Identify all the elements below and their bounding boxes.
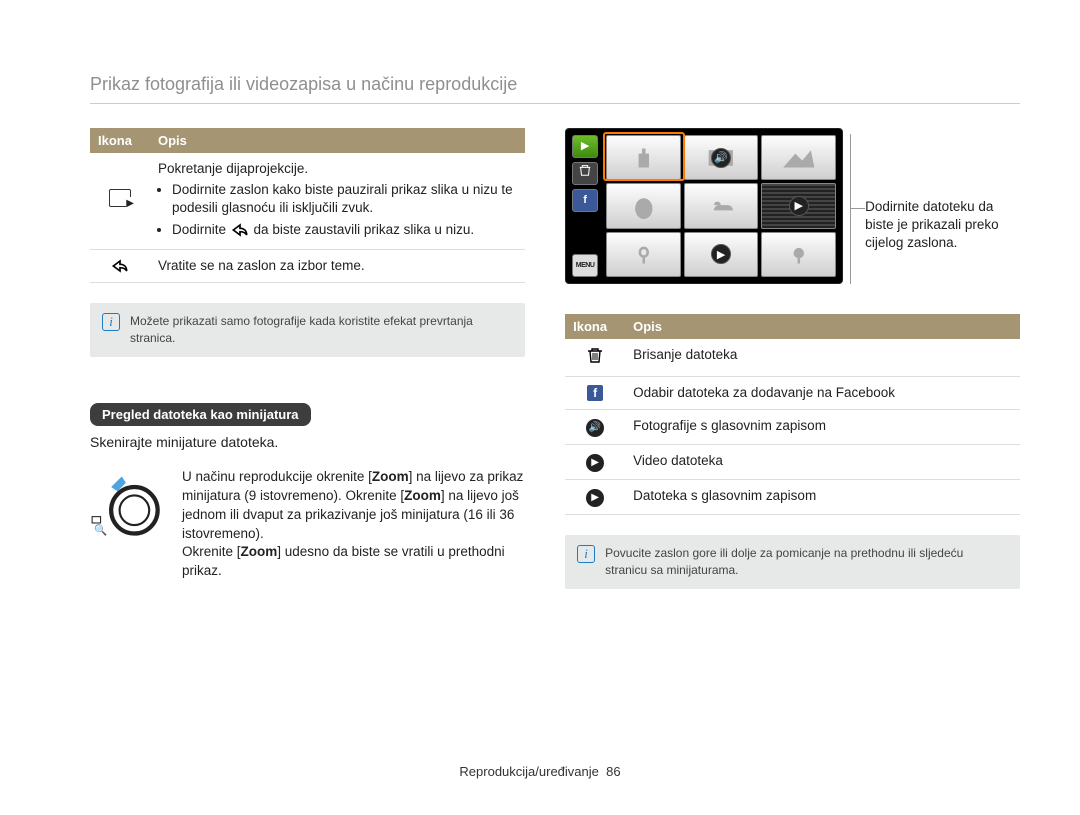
voice-photo-icon: 🔊 [711,148,731,168]
callout-text: Dodirnite datoteku da biste je prikazali… [865,198,1025,253]
desc-voice-photo: Fotografije s glasovnim zapisom [625,410,1020,445]
thumbnail[interactable] [684,183,759,228]
video-play-icon: ▶ [711,244,731,264]
thumbnail-preview-intro: Skenirajte minijature datoteka. [90,434,525,450]
video-file-icon: ▶ [565,445,625,480]
info-note: i Možete prikazati samo fotografije kada… [90,303,525,357]
row1-bullet: Dodirnite zaslon kako biste pauzirali pr… [172,181,517,217]
camera-screen: ▶ f MENU 🔊 ▶ [565,128,843,284]
left-icon-table: Ikona Opis Pokretanje dijaprojekcije. Do… [90,128,525,283]
thumbnail[interactable]: 🔊 [684,135,759,180]
zoom-dial-icon: 🔍 [90,468,164,545]
delete-button[interactable] [572,162,598,185]
back-icon [90,250,150,283]
th-icon: Ikona [565,314,625,339]
right-icon-table: Ikona Opis Brisanje datoteka f Odabir da… [565,314,1020,515]
thumbnail[interactable] [761,232,836,277]
play-button[interactable]: ▶ [572,135,598,158]
voice-file-icon: ▶ [565,480,625,515]
slideshow-icon [90,153,150,250]
svg-text:🔍: 🔍 [94,522,107,536]
info-icon: i [102,313,120,331]
menu-button[interactable]: MENU [572,254,598,277]
page-title: Prikaz fotografija ili videozapisa u nač… [90,74,1020,104]
thumbnail-grid: 🔊 ▶ ▶ [606,135,836,277]
table-row: ▶ Video datoteka [565,445,1020,480]
row1-title: Pokretanje dijaprojekcije. [158,161,308,176]
left-column: Ikona Opis Pokretanje dijaprojekcije. Do… [90,128,525,589]
thumbnail[interactable] [761,135,836,180]
facebook-icon: f [565,377,625,410]
thumbnail[interactable] [606,183,681,228]
zoom-instructions: U načinu reprodukcije okrenite [Zoom] na… [182,468,525,581]
thumbnail[interactable] [606,135,681,180]
th-desc: Opis [150,128,525,153]
desc-facebook: Odabir datoteka za dodavanje na Facebook [625,377,1020,410]
table-row: 🔊 Fotografije s glasovnim zapisom [565,410,1020,445]
thumbnail[interactable]: ▶ [761,183,836,228]
th-icon: Ikona [90,128,150,153]
table-row: Pokretanje dijaprojekcije. Dodirnite zas… [90,153,525,250]
desc-voice-file: Datoteka s glasovnim zapisom [625,480,1020,515]
info-text: Možete prikazati samo fotografije kada k… [130,313,513,347]
desc-delete: Brisanje datoteka [625,339,1020,377]
table-row: Brisanje datoteka [565,339,1020,377]
desc-video: Video datoteka [625,445,1020,480]
back-arrow-icon [230,221,250,239]
row1-bullet: Dodirnite da biste zaustavili prikaz sli… [172,221,517,239]
th-desc: Opis [625,314,1020,339]
voice-photo-icon: 🔊 [565,410,625,445]
page-footer: Reprodukcija/uređivanje 86 [0,764,1080,779]
facebook-button[interactable]: f [572,189,598,212]
thumbnail-preview-heading: Pregled datoteka kao minijatura [90,403,311,426]
thumbnail[interactable] [606,232,681,277]
table-row: f Odabir datoteka za dodavanje na Facebo… [565,377,1020,410]
table-row: ▶ Datoteka s glasovnim zapisom [565,480,1020,515]
info-note: i Povucite zaslon gore ili dolje za pomi… [565,535,1020,589]
thumbnail[interactable]: ▶ [684,232,759,277]
trash-icon [565,339,625,377]
table-row: Vratite se na zaslon za izbor teme. [90,250,525,283]
voice-file-icon: ▶ [789,196,809,216]
right-column: ▶ f MENU 🔊 ▶ [565,128,1020,589]
row2-desc: Vratite se na zaslon za izbor teme. [150,250,525,283]
info-text: Povucite zaslon gore ili dolje za pomica… [605,545,1008,579]
info-icon: i [577,545,595,563]
